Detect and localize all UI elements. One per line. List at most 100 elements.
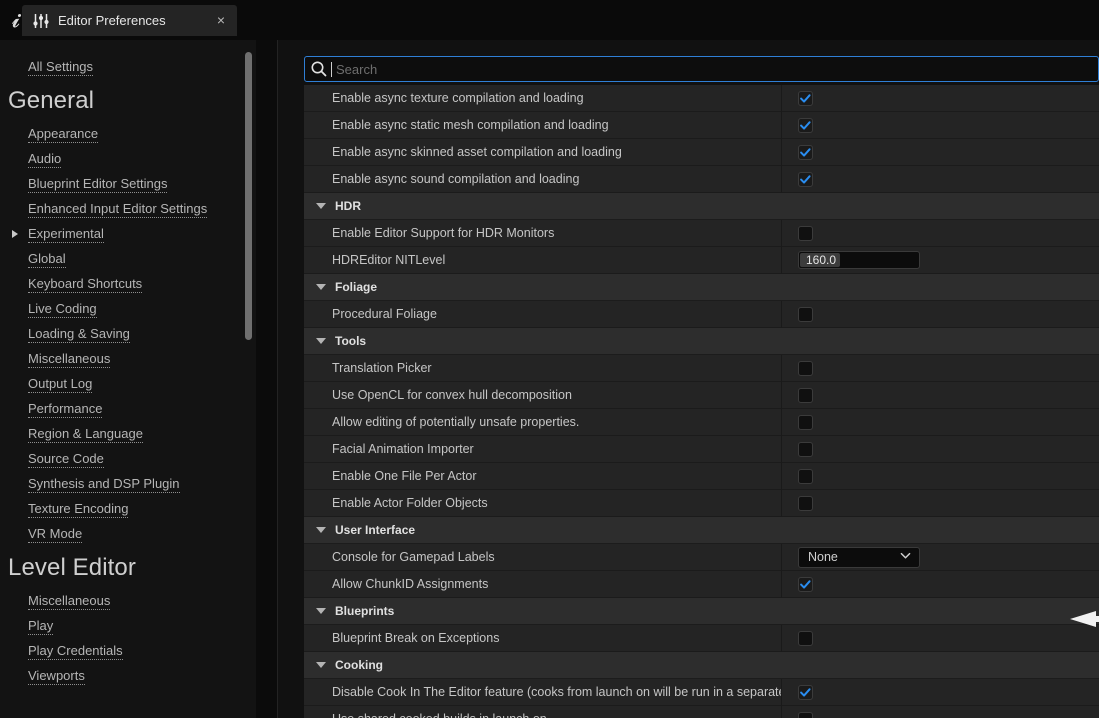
sidebar-item-experimental[interactable]: Experimental — [0, 221, 256, 246]
sidebar-item-audio[interactable]: Audio — [0, 146, 256, 171]
settings-row: Translation Picker — [304, 354, 1099, 382]
checkbox-procedural-foliage[interactable] — [798, 306, 813, 322]
settings-category-user-interface[interactable]: User Interface — [304, 517, 1099, 544]
title-bar: 𝓲 Editor Preferences × — [0, 0, 1099, 40]
chevron-down-icon[interactable] — [316, 338, 326, 344]
settings-row: Facial Animation Importer — [304, 435, 1099, 463]
sidebar-item-label: Loading & Saving — [28, 326, 130, 343]
sidebar-item-performance[interactable]: Performance — [0, 396, 256, 421]
sidebar-item-texture-encoding[interactable]: Texture Encoding — [0, 496, 256, 521]
settings-category-tools[interactable]: Tools — [304, 328, 1099, 355]
sidebar-item-play-credentials[interactable]: Play Credentials — [0, 638, 256, 663]
sidebar-item-keyboard-shortcuts[interactable]: Keyboard Shortcuts — [0, 271, 256, 296]
settings-category-foliage[interactable]: Foliage — [304, 274, 1099, 301]
dropdown-console-for-gamepad-labels[interactable]: None — [798, 546, 920, 568]
sidebar-item-label: Texture Encoding — [28, 501, 129, 518]
settings-row: Use shared cooked builds in launch on — [304, 705, 1099, 718]
setting-label-disable-cook-in-the-editor-feature-cooks-from-la: Disable Cook In The Editor feature (cook… — [332, 685, 781, 699]
search-bar[interactable] — [304, 56, 1099, 82]
checkbox-enable-one-file-per-actor[interactable] — [798, 468, 813, 484]
sidebar-item-blueprint-editor-settings[interactable]: Blueprint Editor Settings — [0, 171, 256, 196]
setting-value-cell — [782, 85, 1099, 112]
sidebar-item-enhanced-input-editor-settings[interactable]: Enhanced Input Editor Settings — [0, 196, 256, 221]
sidebar-item-miscellaneous[interactable]: Miscellaneous — [0, 588, 256, 613]
settings-sidebar[interactable]: All Settings General Appearance Audio Bluep… — [0, 40, 256, 718]
setting-label-enable-async-static-mesh-compilation-and-loading: Enable async static mesh compilation and… — [332, 118, 609, 132]
chevron-down-icon[interactable] — [316, 662, 326, 668]
panel-divider — [256, 40, 278, 718]
checkbox-enable-async-static-mesh-compilation-and-loading[interactable] — [798, 117, 813, 133]
settings-category-blueprints[interactable]: Blueprints — [304, 598, 1099, 625]
settings-row: HDREditor NITLevel 160.0 — [304, 246, 1099, 274]
sidebar-item-synthesis-and-dsp-plugin[interactable]: Synthesis and DSP Plugin — [0, 471, 256, 496]
sidebar-item-vr-mode[interactable]: VR Mode — [0, 521, 256, 546]
close-icon[interactable]: × — [213, 13, 229, 29]
sidebar-item-label: Play Credentials — [28, 643, 123, 660]
sidebar-item-all-settings[interactable]: All Settings — [0, 54, 256, 79]
checkbox-enable-actor-folder-objects[interactable] — [798, 495, 813, 511]
checkbox-enable-async-texture-compilation-and-loading[interactable] — [798, 90, 813, 106]
settings-row: Blueprint Break on Exceptions — [304, 624, 1099, 652]
setting-label-use-opencl-for-convex-hull-decomposition: Use OpenCL for convex hull decomposition — [332, 388, 572, 402]
checkbox-translation-picker[interactable] — [798, 360, 813, 376]
sidebar-item-viewports[interactable]: Viewports — [0, 663, 256, 688]
checkbox-enable-async-skinned-asset-compilation-and-loadi[interactable] — [798, 144, 813, 160]
tab-title: Editor Preferences — [58, 13, 166, 28]
editor-preferences-window: 𝓲 Editor Preferences × All Settings Gene… — [0, 0, 1099, 718]
setting-value-cell — [782, 112, 1099, 139]
sidebar-item-label: Source Code — [28, 451, 104, 468]
number-input-hdreditor-nitlevel[interactable]: 160.0 — [798, 251, 920, 269]
setting-value-cell — [782, 382, 1099, 409]
settings-category-cooking[interactable]: Cooking — [304, 652, 1099, 679]
sidebar-item-label: Miscellaneous — [28, 593, 111, 610]
checkbox-allow-chunkid-assignments[interactable] — [798, 576, 813, 592]
setting-value-cell — [782, 625, 1099, 652]
sidebar-item-play[interactable]: Play — [0, 613, 256, 638]
sidebar-item-miscellaneous[interactable]: Miscellaneous — [0, 346, 256, 371]
checkbox-disable-cook-in-the-editor-feature-cooks-from-la[interactable] — [798, 684, 813, 700]
setting-value-cell — [782, 490, 1099, 517]
checkbox-allow-editing-of-potentially-unsafe-properties[interactable] — [798, 414, 813, 430]
sidebar-item-global[interactable]: Global — [0, 246, 256, 271]
setting-label-procedural-foliage: Procedural Foliage — [332, 307, 437, 321]
chevron-down-icon[interactable] — [316, 284, 326, 290]
setting-label-allow-editing-of-potentially-unsafe-properties: Allow editing of potentially unsafe prop… — [332, 415, 580, 429]
search-input[interactable] — [332, 61, 1098, 77]
checkbox-facial-animation-importer[interactable] — [798, 441, 813, 457]
chevron-down-icon[interactable] — [900, 548, 911, 566]
checkbox-blueprint-break-on-exceptions[interactable] — [798, 630, 813, 646]
checkbox-enable-async-sound-compilation-and-loading[interactable] — [798, 171, 813, 187]
chevron-down-icon[interactable] — [316, 203, 326, 209]
sidebar-item-source-code[interactable]: Source Code — [0, 446, 256, 471]
sidebar-item-region-language[interactable]: Region & Language — [0, 421, 256, 446]
sidebar-item-label: Synthesis and DSP Plugin — [28, 476, 180, 493]
setting-value-cell — [782, 139, 1099, 166]
sidebar-item-output-log[interactable]: Output Log — [0, 371, 256, 396]
sidebar-group-heading: General — [8, 87, 95, 114]
checkbox-use-shared-cooked-builds-in-launch-on[interactable] — [798, 711, 813, 718]
setting-value-cell — [782, 301, 1099, 328]
chevron-down-icon[interactable] — [316, 527, 326, 533]
setting-label-enable-async-sound-compilation-and-loading: Enable async sound compilation and loadi… — [332, 172, 580, 186]
setting-value-cell — [782, 409, 1099, 436]
sidebar-item-label: Global — [28, 251, 66, 268]
setting-value-cell — [782, 220, 1099, 247]
settings-category-hdr[interactable]: HDR — [304, 193, 1099, 220]
sidebar-item-loading-saving[interactable]: Loading & Saving — [0, 321, 256, 346]
sidebar-item-label: Audio — [28, 151, 62, 168]
chevron-right-icon[interactable] — [12, 230, 18, 238]
check-icon — [800, 93, 811, 103]
tab-editor-preferences[interactable]: Editor Preferences × — [22, 5, 237, 36]
sidebar-item-label: All Settings — [28, 59, 94, 76]
sidebar-item-live-coding[interactable]: Live Coding — [0, 296, 256, 321]
sidebar-item-label: Performance — [28, 401, 103, 418]
number-input-value: 160.0 — [806, 253, 837, 267]
checkbox-enable-editor-support-for-hdr-monitors[interactable] — [798, 225, 813, 241]
setting-label-blueprint-break-on-exceptions: Blueprint Break on Exceptions — [332, 631, 500, 645]
check-icon — [800, 579, 811, 589]
sidebar-scrollbar[interactable] — [245, 52, 252, 340]
chevron-down-icon[interactable] — [316, 608, 326, 614]
sidebar-item-label: Enhanced Input Editor Settings — [28, 201, 208, 218]
sidebar-item-appearance[interactable]: Appearance — [0, 121, 256, 146]
checkbox-use-opencl-for-convex-hull-decomposition[interactable] — [798, 387, 813, 403]
